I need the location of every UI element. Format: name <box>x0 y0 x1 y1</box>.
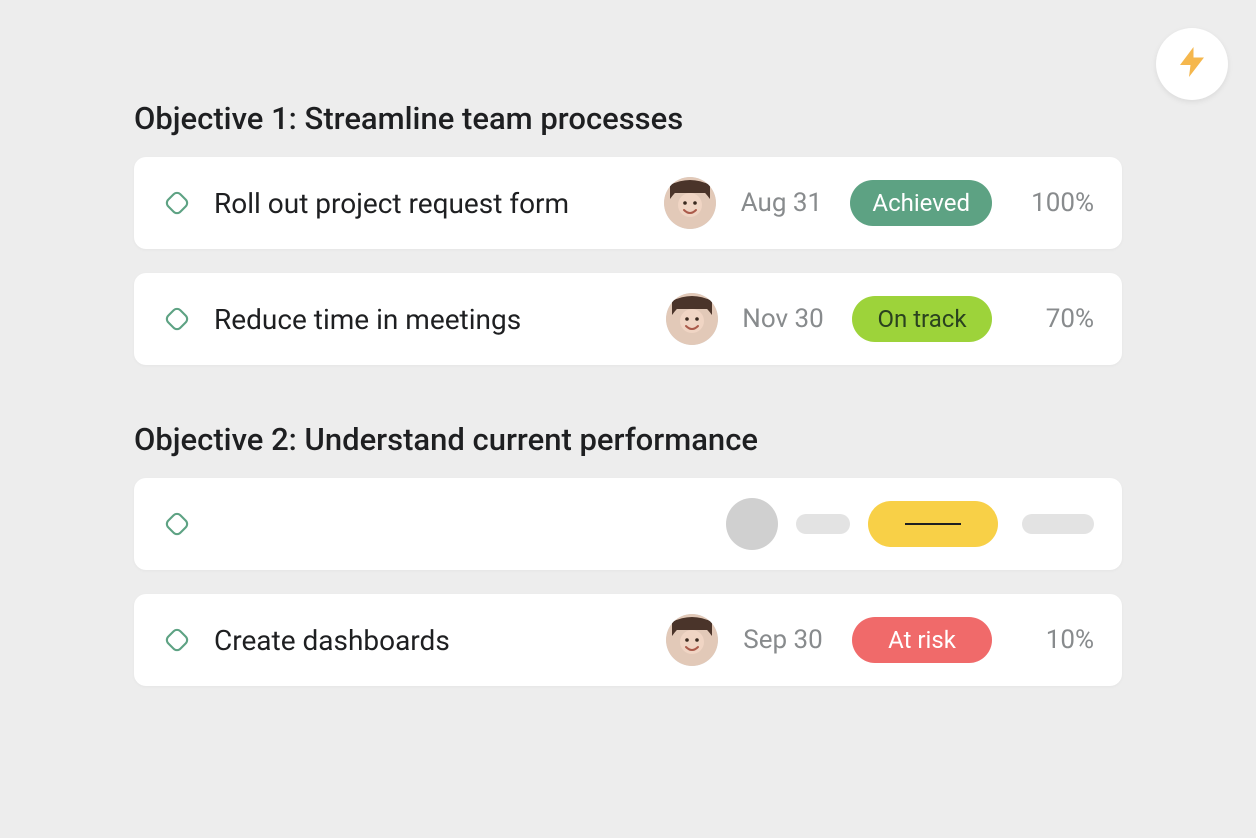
task-date-placeholder <box>796 514 850 534</box>
task-progress: 70% <box>1004 304 1094 334</box>
task-title: Roll out project request form <box>214 187 648 220</box>
assignee-avatar[interactable] <box>666 614 718 666</box>
task-row[interactable]: Roll out project request form Aug 31 Ach… <box>134 157 1122 249</box>
status-badge: On track <box>852 296 992 342</box>
task-progress: 100% <box>1004 188 1094 218</box>
status-badge: Achieved <box>850 180 992 226</box>
goal-diamond-icon <box>158 505 196 543</box>
quick-action-button[interactable] <box>1156 28 1228 100</box>
objectives-panel: Objective 1: Streamline team processes R… <box>0 0 1256 686</box>
assignee-avatar[interactable] <box>664 177 716 229</box>
goal-diamond-icon <box>158 621 196 659</box>
objective-title: Objective 2: Understand current performa… <box>134 421 1122 458</box>
goal-diamond-icon <box>158 184 196 222</box>
lightning-icon <box>1174 44 1210 84</box>
task-row[interactable]: Reduce time in meetings Nov 30 On track … <box>134 273 1122 365</box>
task-title: Create dashboards <box>214 624 650 657</box>
assignee-avatar[interactable] <box>666 293 718 345</box>
task-progress: 10% <box>1004 625 1094 655</box>
objective-group: Objective 2: Understand current performa… <box>134 421 1122 686</box>
task-row[interactable]: Create dashboards Sep 30 At risk 10% <box>134 594 1122 686</box>
task-row-placeholder[interactable] <box>134 478 1122 570</box>
goal-diamond-icon <box>158 300 196 338</box>
task-date: Sep 30 <box>728 625 838 655</box>
task-progress-placeholder <box>1022 514 1094 534</box>
objective-title: Objective 1: Streamline team processes <box>134 100 1122 137</box>
assignee-avatar-placeholder <box>726 498 778 550</box>
task-title: Reduce time in meetings <box>214 303 650 336</box>
status-badge-placeholder <box>868 501 998 547</box>
objective-group: Objective 1: Streamline team processes R… <box>134 100 1122 365</box>
task-date: Nov 30 <box>728 304 838 334</box>
task-date: Aug 31 <box>726 188 836 218</box>
status-badge: At risk <box>852 617 992 663</box>
